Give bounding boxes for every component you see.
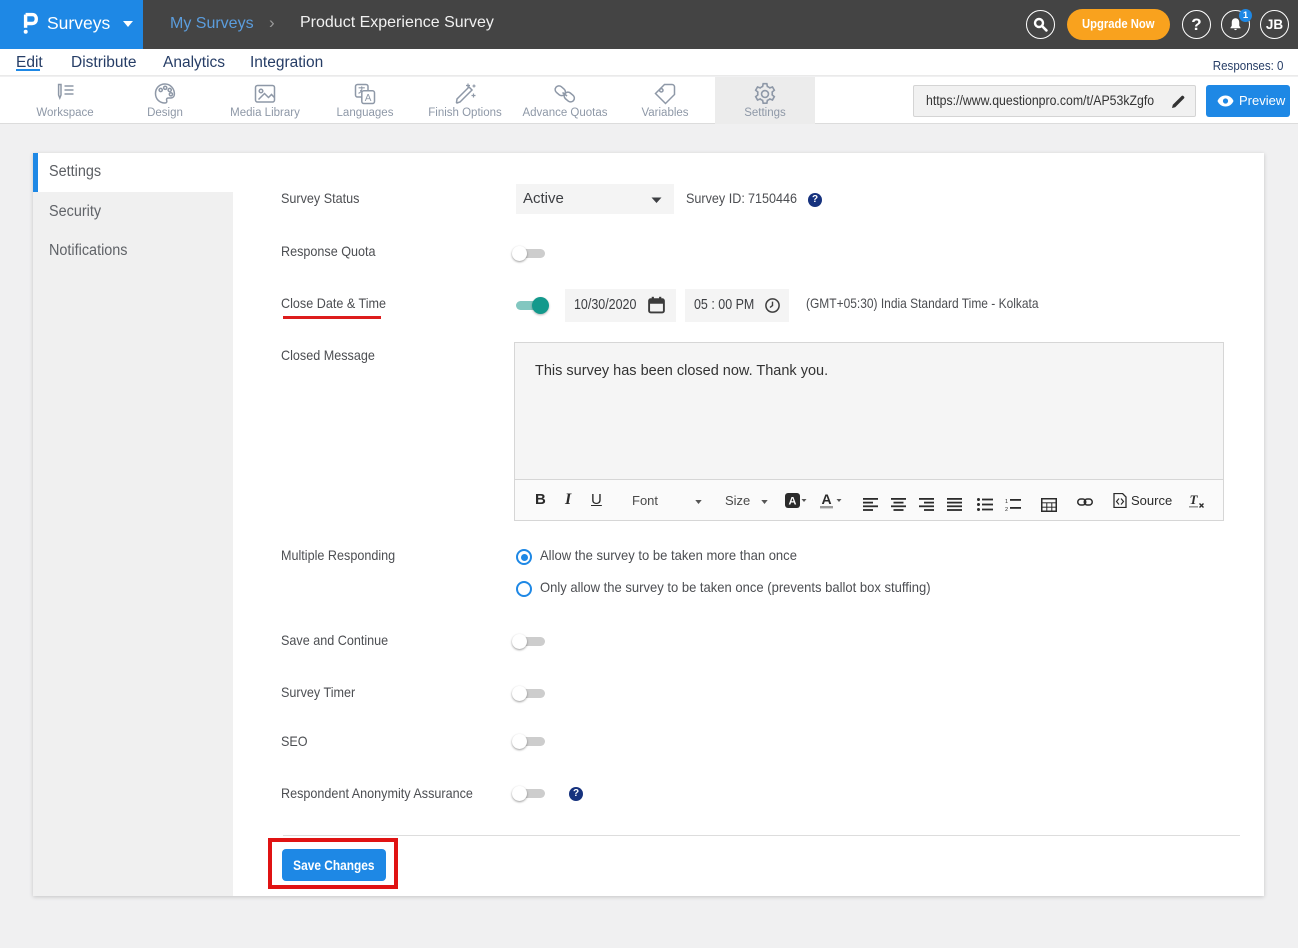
svg-text:1: 1 — [1005, 499, 1008, 505]
svg-text:T: T — [1190, 493, 1199, 507]
svg-text:2: 2 — [1005, 507, 1008, 512]
svg-text:A: A — [821, 492, 831, 507]
svg-text:A: A — [789, 496, 797, 508]
svg-text:A: A — [365, 93, 372, 104]
